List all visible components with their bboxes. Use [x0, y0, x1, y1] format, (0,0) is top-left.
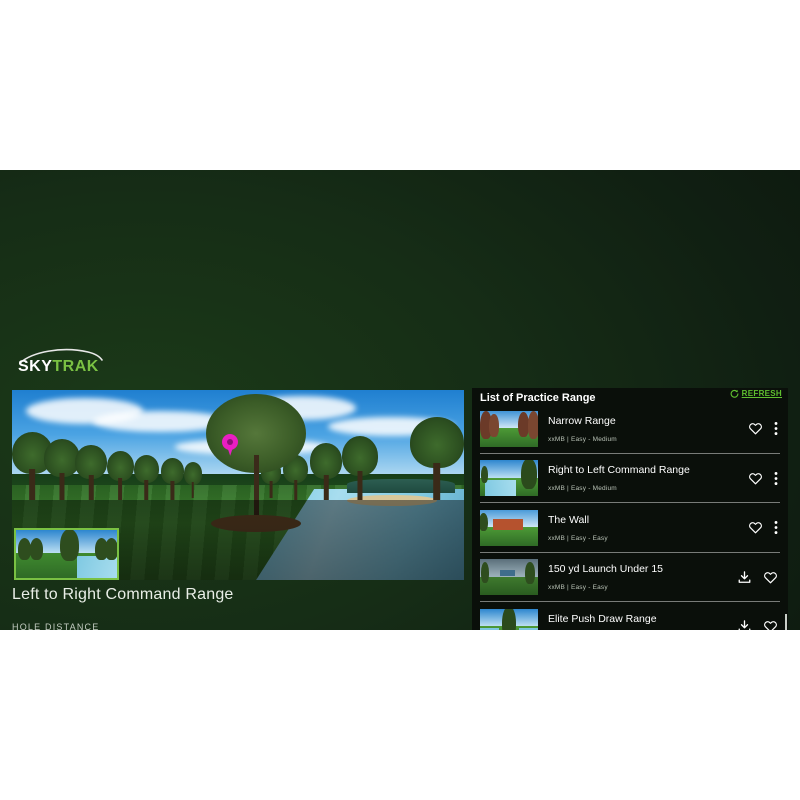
- list-item-title: 150 yd Launch Under 15: [548, 563, 664, 576]
- list-item[interactable]: Elite Push Draw RangexxMB | Easy - Easy: [472, 602, 788, 630]
- download-icon[interactable]: [737, 570, 752, 585]
- list-item-thumbnail: [480, 410, 538, 447]
- tree: [183, 462, 202, 499]
- thumbnail-scene: [16, 530, 117, 578]
- logo-trak-text: TRAK: [52, 358, 99, 375]
- heart-icon[interactable]: [748, 520, 763, 535]
- refresh-label: REFRESH: [741, 389, 782, 398]
- list-item-title: Right to Left Command Range: [548, 464, 690, 477]
- refresh-icon: [730, 389, 739, 398]
- list-item-text: Elite Push Draw RangexxMB | Easy - Easy: [548, 613, 731, 630]
- list-item-meta: xxMB | Easy - Medium: [548, 435, 617, 443]
- list-item-actions: [748, 421, 780, 436]
- list-item-actions: [748, 471, 780, 486]
- skytrak-logo: SKYTRAK: [14, 348, 106, 378]
- list-item[interactable]: 150 yd Launch Under 15 xxMB | Easy - Easy: [472, 553, 788, 602]
- list-item-thumbnail: [480, 559, 538, 596]
- list-item-title: The Wall: [548, 513, 590, 526]
- list-scrollbar-thumb[interactable]: [785, 614, 787, 630]
- list-item-actions: [748, 520, 780, 535]
- list-item-text: The Wall xxMB | Easy - Easy: [548, 514, 742, 542]
- hole-distance-label: HOLE DISTANCE: [12, 622, 100, 630]
- list-item-text: 150 yd Launch Under 15 xxMB | Easy - Easy: [548, 563, 731, 591]
- tree: [75, 445, 107, 501]
- list-item[interactable]: The Wall xxMB | Easy - Easy: [472, 503, 788, 553]
- refresh-button[interactable]: REFRESH: [730, 389, 782, 398]
- more-vertical-icon[interactable]: [774, 520, 778, 535]
- download-icon[interactable]: [737, 619, 752, 630]
- list-item-meta: xxMB | Easy - Easy: [548, 584, 608, 592]
- tree: [134, 454, 159, 501]
- heart-icon[interactable]: [748, 471, 763, 486]
- tree: [310, 443, 342, 501]
- list-header: List of Practice Range REFRESH: [472, 388, 788, 404]
- pin-marker-icon: [222, 433, 239, 456]
- heart-icon[interactable]: [748, 421, 763, 436]
- logo-sky-text: SKY: [18, 358, 53, 375]
- practice-range-list-panel: List of Practice Range REFRESH Narrow Ra…: [472, 388, 788, 630]
- list-item-thumbnail: [480, 608, 538, 630]
- list-item-thumbnail: [480, 509, 538, 546]
- tree: [409, 416, 464, 501]
- page-title: Left to Right Command Range: [12, 586, 234, 603]
- tree: [161, 458, 184, 501]
- list-item-meta: xxMB | Easy - Easy: [548, 534, 608, 542]
- list-item-text: Right to Left Command Range xxMB | Easy -…: [548, 464, 742, 492]
- list-item[interactable]: Right to Left Command Range xxMB | Easy -…: [472, 454, 788, 503]
- range-list-scroll-area[interactable]: Narrow Range xxMB | Easy - Medium Right to…: [472, 404, 788, 630]
- list-item-title: Elite Push Draw Range: [548, 612, 657, 625]
- heart-icon[interactable]: [763, 619, 778, 630]
- list-item[interactable]: Narrow Range xxMB | Easy - Medium: [472, 404, 788, 454]
- skytrak-wordmark: SKYTRAK: [18, 359, 99, 375]
- list-title: List of Practice Range: [480, 392, 596, 404]
- list-item-meta: xxMB | Easy - Medium: [548, 485, 617, 493]
- list-item-actions: [737, 619, 780, 630]
- tree: [106, 450, 135, 501]
- list-item-title: Narrow Range: [548, 414, 616, 427]
- range-detail-panel: Left to Right Command Range HOLE DISTANC…: [12, 586, 464, 630]
- list-item-thumbnail: [480, 460, 538, 497]
- tree: [341, 435, 379, 501]
- list-item-actions: [737, 570, 780, 585]
- range-thumbnail-selector[interactable]: [14, 528, 119, 580]
- list-item-text: Narrow Range xxMB | Easy - Medium: [548, 415, 742, 443]
- practice-range-screen: SKYTRAK Left to Right Command Range HOLE…: [0, 170, 800, 630]
- more-vertical-icon[interactable]: [774, 471, 778, 486]
- more-vertical-icon[interactable]: [774, 421, 778, 436]
- heart-icon[interactable]: [763, 570, 778, 585]
